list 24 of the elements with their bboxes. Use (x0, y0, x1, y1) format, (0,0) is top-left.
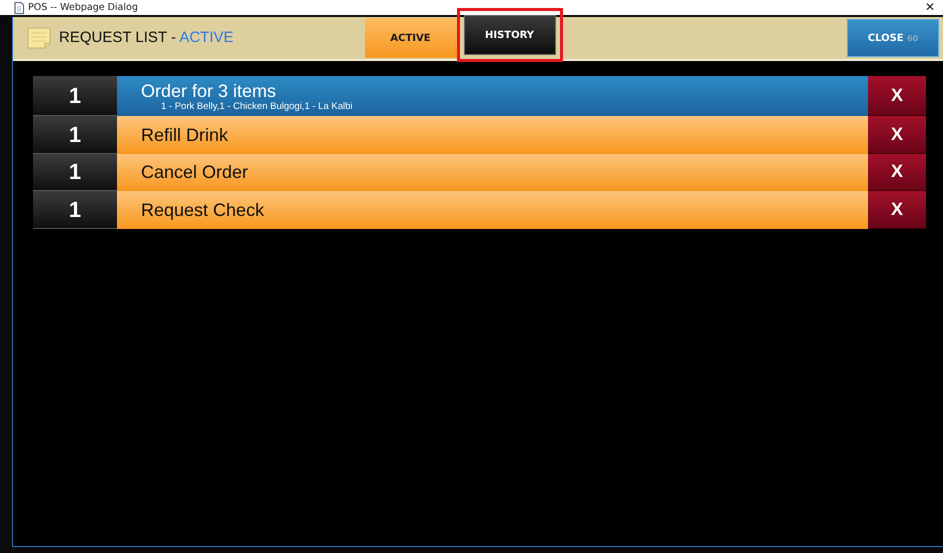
request-item[interactable]: Order for 3 items 1 - Pork Belly,1 - Chicken Bulgogi,1 - La Kalbi (117, 76, 868, 116)
remove-button[interactable]: X (868, 191, 926, 228)
note-icon (27, 27, 51, 49)
quantity-cell: 1 (33, 76, 117, 116)
close-button[interactable]: ✕ (925, 0, 935, 15)
tab[interactable]: HISTORY (464, 15, 556, 55)
quantity-cell: 1 (33, 116, 117, 154)
dialog-title: REQUEST LIST - ACTIVE (59, 28, 234, 48)
request-item[interactable]: Cancel Order (117, 154, 868, 191)
request-item[interactable]: Request Check (117, 191, 868, 228)
close-button[interactable]: CLOSE 60 (847, 19, 939, 57)
tab[interactable]: ACTIVE (364, 18, 457, 58)
remove-button[interactable]: X (868, 76, 926, 116)
request-title: Order for 3 items (141, 80, 278, 100)
remove-button[interactable]: X (868, 154, 926, 191)
remove-button[interactable]: X (868, 116, 926, 154)
quantity-cell: 1 (33, 191, 117, 228)
request-item[interactable]: Refill Drink (117, 116, 868, 154)
request-title: Request Check (141, 200, 266, 220)
request-title: Refill Drink (141, 124, 230, 145)
quantity-cell: 1 (33, 154, 117, 191)
window-title: POS -- Webpage Dialog (28, 1, 138, 15)
order-details: 1 - Pork Belly,1 - Chicken Bulgogi,1 - La Kalbi (160, 100, 354, 112)
request-title: Cancel Order (141, 162, 250, 182)
